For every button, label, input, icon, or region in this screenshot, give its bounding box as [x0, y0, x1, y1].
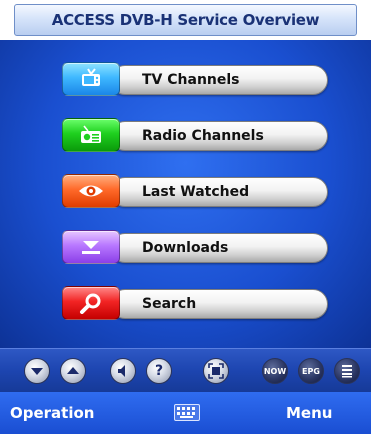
help-icon[interactable]: ?: [146, 358, 172, 384]
operation-softkey[interactable]: Operation: [10, 392, 94, 434]
eye-icon: [62, 174, 120, 208]
keyboard-icon[interactable]: [174, 404, 200, 421]
dvbh-screen: ACCESS DVB-H Service Overview TV Channel…: [0, 0, 371, 434]
epg-label: EPG: [302, 366, 320, 376]
scroll-down-icon[interactable]: [24, 358, 50, 384]
download-icon: [62, 230, 120, 264]
menu-item-downloads[interactable]: Downloads: [62, 230, 328, 264]
now-icon[interactable]: NOW: [262, 358, 288, 384]
fullscreen-icon[interactable]: [203, 358, 229, 384]
menu-item-radio-channels[interactable]: Radio Channels: [62, 118, 328, 152]
window-title: ACCESS DVB-H Service Overview: [51, 11, 320, 29]
menu-item-label: Radio Channels: [142, 128, 264, 144]
menu-item-label: Downloads: [142, 240, 229, 256]
menu-item-search[interactable]: Search: [62, 286, 328, 320]
list-icon[interactable]: [334, 358, 360, 384]
menu-softkey[interactable]: Menu: [286, 392, 332, 434]
menu-item-last-watched[interactable]: Last Watched: [62, 174, 328, 208]
softkey-bar: Operation Menu: [0, 392, 371, 434]
service-menu: TV Channels Radio Channels Last Watched …: [0, 40, 371, 348]
menu-item-label: TV Channels: [142, 72, 240, 88]
menu-item-label: Search: [142, 296, 197, 312]
menu-item-tv-channels[interactable]: TV Channels: [62, 62, 328, 96]
help-label: ?: [154, 363, 164, 379]
radio-icon: [62, 118, 120, 152]
toolbar: ? NOW EPG: [0, 348, 371, 392]
magnifier-icon: [62, 286, 120, 320]
menu-item-label: Last Watched: [142, 184, 250, 200]
scroll-up-icon[interactable]: [60, 358, 86, 384]
tv-icon: [62, 62, 120, 96]
now-label: NOW: [263, 366, 287, 376]
volume-icon[interactable]: [110, 358, 136, 384]
epg-icon[interactable]: EPG: [298, 358, 324, 384]
title-bar: ACCESS DVB-H Service Overview: [14, 4, 357, 36]
